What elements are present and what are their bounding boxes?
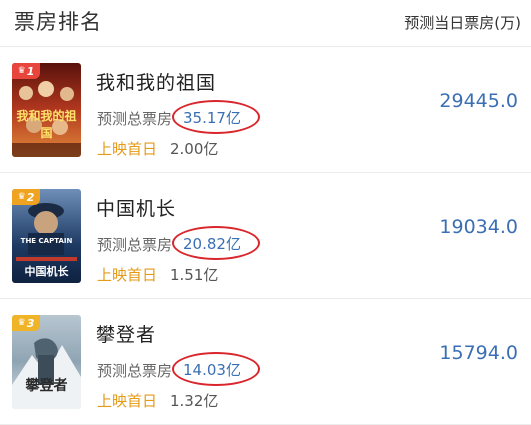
predicted-total-value: 35.17亿 — [183, 109, 241, 127]
header: 票房排名 预测当日票房(万) — [0, 0, 531, 47]
page-title: 票房排名 — [14, 10, 102, 34]
predicted-total-value: 14.03亿 — [183, 361, 241, 379]
predicted-total-label: 预测总票房 — [97, 110, 173, 128]
first-day-value: 1.32亿 — [170, 392, 219, 410]
movie-row[interactable]: ♛ 1 我和我的祖国 我和我的祖国 预测总票房 35.17亿 上映首日 2.00亿… — [0, 46, 531, 173]
rank-badge: ♛ 2 — [12, 189, 40, 205]
first-day-label: 上映首日 — [97, 140, 158, 158]
daily-forecast-value: 15794.0 — [439, 342, 518, 364]
movie-title[interactable]: 中国机长 — [96, 194, 176, 221]
predicted-total-label: 预测总票房 — [97, 362, 173, 380]
predicted-total-value: 20.82亿 — [183, 235, 241, 253]
movie-title[interactable]: 攀登者 — [96, 320, 156, 347]
crown-icon: ♛ — [17, 66, 26, 76]
movie-poster[interactable]: ♛ 2 THE CAPTAIN 中国机长 — [12, 189, 81, 283]
movie-title[interactable]: 我和我的祖国 — [96, 68, 216, 95]
daily-forecast-value: 19034.0 — [439, 216, 518, 238]
movie-poster[interactable]: ♛ 1 我和我的祖国 — [12, 63, 81, 157]
poster-title: 中国机长 — [24, 265, 69, 278]
movie-row[interactable]: ♛ 2 THE CAPTAIN 中国机长 中国机长 预测总票房 20.82亿 上映… — [0, 172, 531, 299]
poster-title: 我和我的祖国 — [16, 109, 77, 140]
first-day-value: 1.51亿 — [170, 266, 219, 284]
rank-badge: ♛ 1 — [12, 63, 40, 79]
predicted-total-label: 预测总票房 — [97, 236, 173, 254]
movie-row[interactable]: ♛ 3 攀登者 攀登者 预测总票房 14.03亿 上映首日 1.32亿 15794… — [0, 298, 531, 425]
rank-badge: ♛ 3 — [12, 315, 40, 331]
first-day-value: 2.00亿 — [170, 140, 219, 158]
crown-icon: ♛ — [17, 192, 26, 202]
movie-poster[interactable]: ♛ 3 攀登者 — [12, 315, 81, 409]
daily-forecast-value: 29445.0 — [439, 90, 518, 112]
daily-forecast-column-header: 预测当日票房(万) — [404, 14, 521, 32]
poster-title: 攀登者 — [25, 378, 68, 394]
first-day-label: 上映首日 — [97, 392, 158, 410]
crown-icon: ♛ — [17, 318, 26, 328]
poster-subtitle: THE CAPTAIN — [20, 237, 73, 245]
first-day-label: 上映首日 — [97, 266, 158, 284]
